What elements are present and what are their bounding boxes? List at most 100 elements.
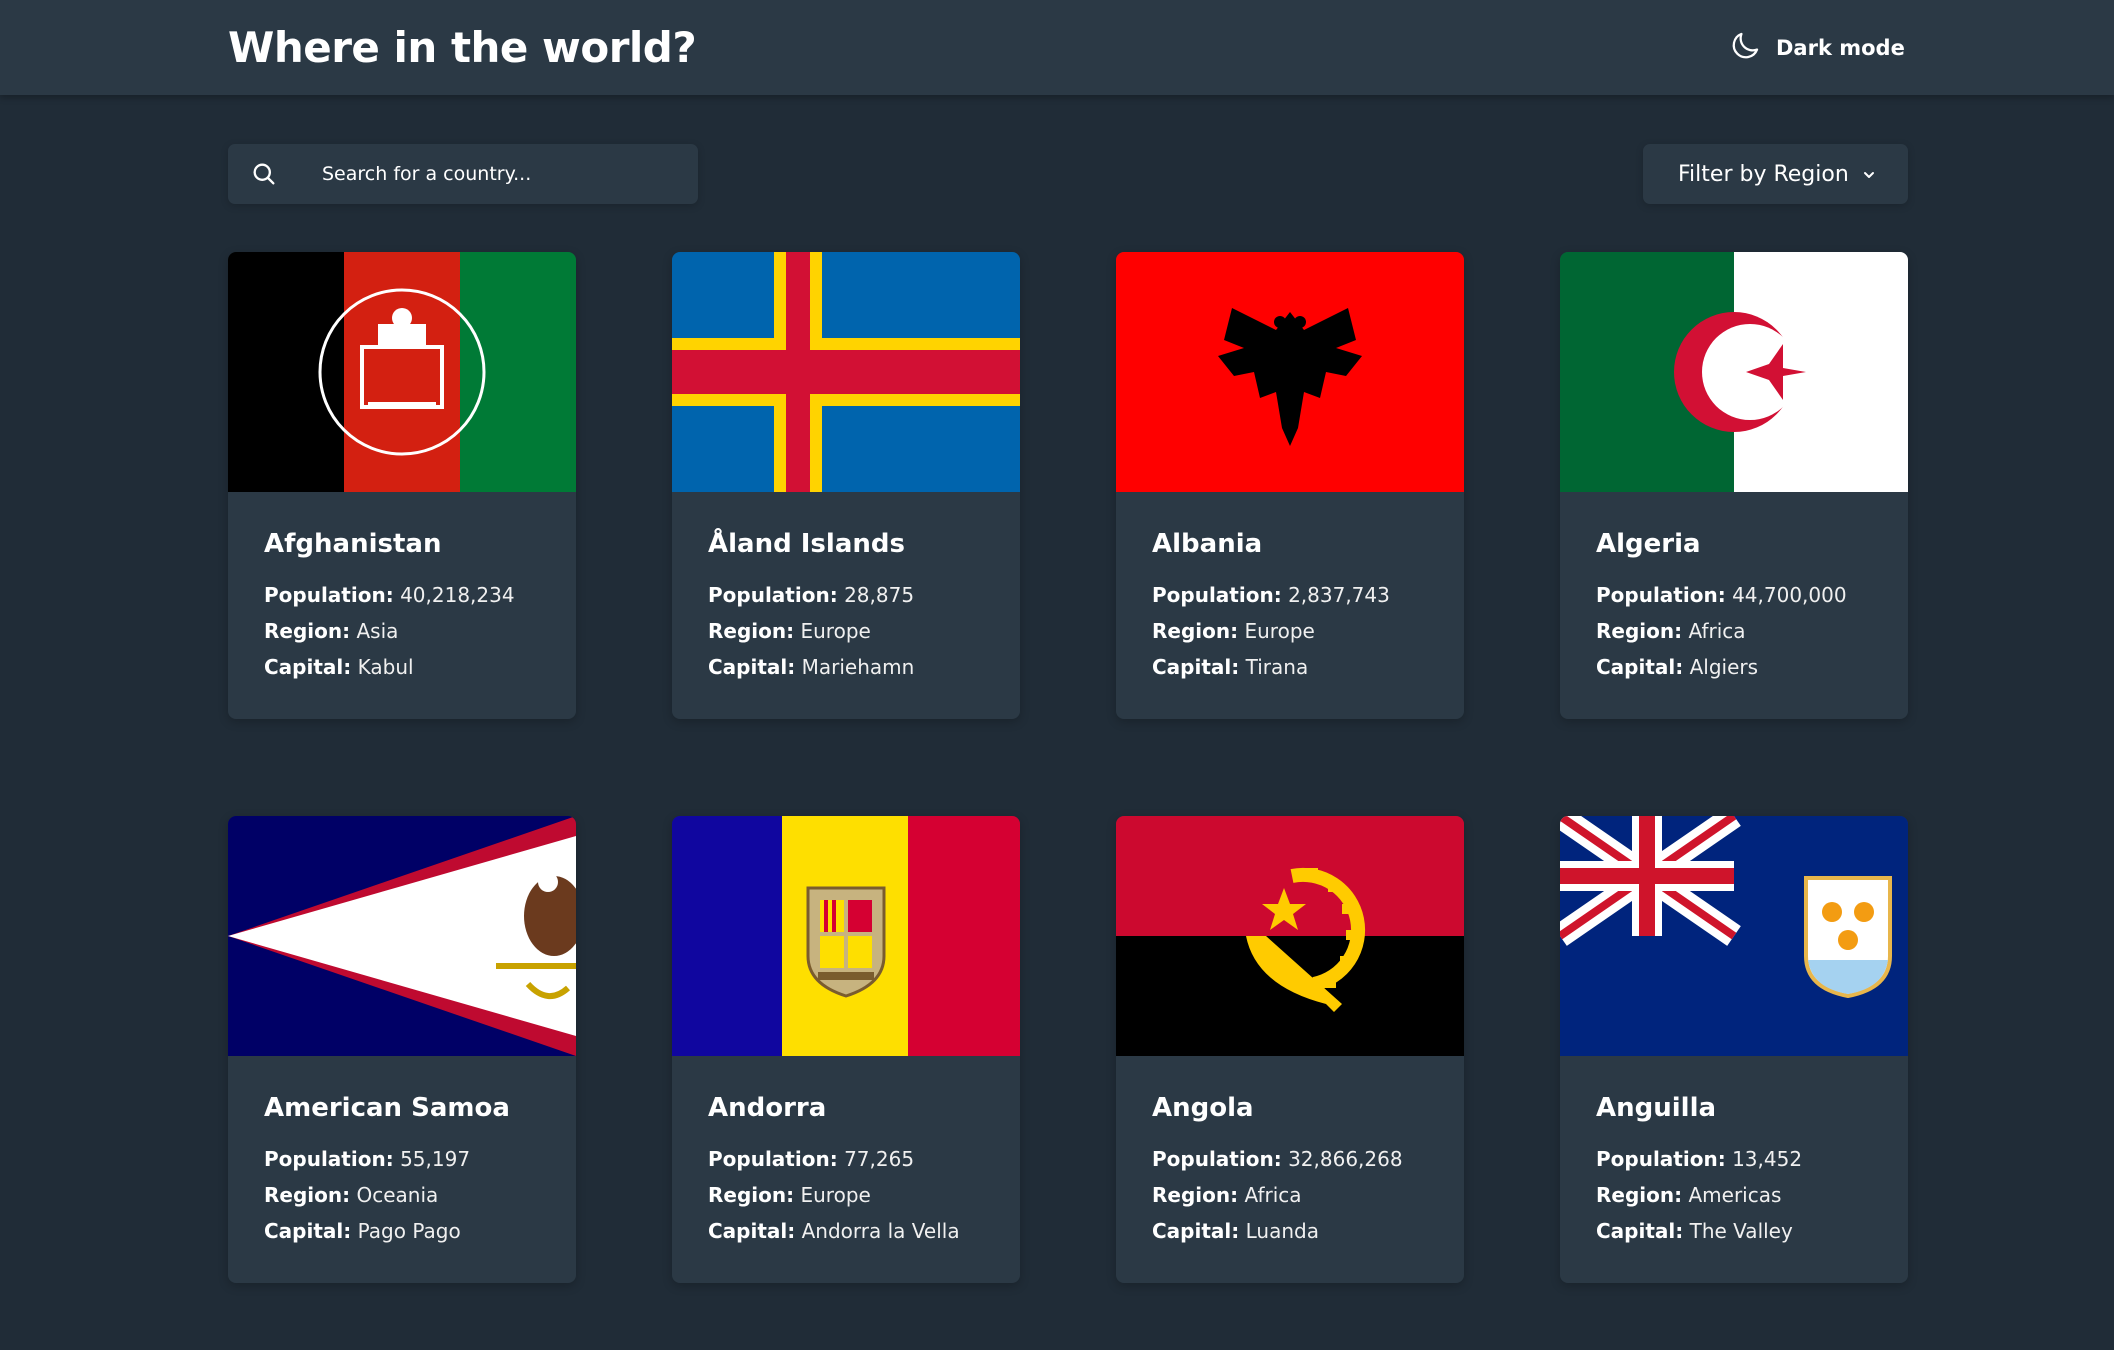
country-card[interactable]: Åland Islands Population: 28,875 Region:… <box>672 252 1020 719</box>
region-label: Region: <box>264 619 351 643</box>
country-info: Åland Islands Population: 28,875 Region:… <box>708 528 1008 685</box>
country-name: Albania <box>1152 529 1263 559</box>
region-row: Region: Europe <box>708 613 1008 649</box>
population-label: Population: <box>264 583 394 607</box>
region-value: Africa <box>1244 1183 1302 1207</box>
region-row: Region: Europe <box>708 1177 1008 1213</box>
country-info: Algeria Population: 44,700,000 Region: A… <box>1596 528 1896 685</box>
population-value: 44,700,000 <box>1732 583 1847 607</box>
capital-row: Capital: Luanda <box>1152 1213 1452 1249</box>
search-input[interactable] <box>322 144 682 204</box>
capital-label: Capital: <box>1152 1219 1240 1243</box>
capital-value: Tirana <box>1245 655 1309 679</box>
country-name: Angola <box>1152 1093 1254 1123</box>
population-value: 55,197 <box>400 1147 471 1171</box>
population-row: Population: 77,265 <box>708 1141 1008 1177</box>
region-label: Region: <box>1596 619 1683 643</box>
albania-flag <box>1116 252 1464 492</box>
angola-flag <box>1116 816 1464 1056</box>
region-row: Region: Africa <box>1596 613 1896 649</box>
region-label: Region: <box>264 1183 351 1207</box>
country-name: Afghanistan <box>264 529 442 559</box>
capital-row: Capital: Tirana <box>1152 649 1452 685</box>
algeria-flag <box>1560 252 1908 492</box>
population-row: Population: 55,197 <box>264 1141 564 1177</box>
dark-mode-label: Dark mode <box>1776 36 1905 60</box>
country-card[interactable]: Angola Population: 32,866,268 Region: Af… <box>1116 816 1464 1283</box>
country-info: Andorra Population: 77,265 Region: Europ… <box>708 1092 1008 1249</box>
country-card[interactable]: Anguilla Population: 13,452 Region: Amer… <box>1560 816 1908 1283</box>
country-name: Åland Islands <box>708 529 905 559</box>
country-card[interactable]: Albania Population: 2,837,743 Region: Eu… <box>1116 252 1464 719</box>
capital-value: Pago Pago <box>357 1219 461 1243</box>
capital-value: Kabul <box>357 655 414 679</box>
capital-row: Capital: The Valley <box>1596 1213 1896 1249</box>
region-label: Region: <box>1152 619 1239 643</box>
population-value: 77,265 <box>844 1147 915 1171</box>
capital-label: Capital: <box>708 1219 796 1243</box>
country-card[interactable]: American Samoa Population: 55,197 Region… <box>228 816 576 1283</box>
region-value: Americas <box>1688 1183 1782 1207</box>
region-row: Region: Europe <box>1152 613 1452 649</box>
population-label: Population: <box>1152 1147 1282 1171</box>
population-label: Population: <box>708 1147 838 1171</box>
capital-value: Andorra la Vella <box>801 1219 960 1243</box>
capital-value: Algiers <box>1689 655 1759 679</box>
region-row: Region: Oceania <box>264 1177 564 1213</box>
country-card[interactable]: Andorra Population: 77,265 Region: Europ… <box>672 816 1020 1283</box>
population-row: Population: 32,866,268 <box>1152 1141 1452 1177</box>
country-info: Afghanistan Population: 40,218,234 Regio… <box>264 528 564 685</box>
country-name: American Samoa <box>264 1093 510 1123</box>
region-label: Region: <box>708 1183 795 1207</box>
moon-icon <box>1728 29 1762 67</box>
capital-label: Capital: <box>1596 1219 1684 1243</box>
country-info: Anguilla Population: 13,452 Region: Amer… <box>1596 1092 1896 1249</box>
population-row: Population: 28,875 <box>708 577 1008 613</box>
chevron-down-icon <box>1862 167 1876 181</box>
capital-row: Capital: Mariehamn <box>708 649 1008 685</box>
region-label: Region: <box>708 619 795 643</box>
region-label: Region: <box>1152 1183 1239 1207</box>
andorra-flag <box>672 816 1020 1056</box>
american-samoa-flag <box>228 816 576 1056</box>
capital-row: Capital: Kabul <box>264 649 564 685</box>
population-row: Population: 44,700,000 <box>1596 577 1896 613</box>
search-box[interactable] <box>228 144 698 204</box>
population-row: Population: 2,837,743 <box>1152 577 1452 613</box>
region-value: Europe <box>1244 619 1315 643</box>
region-value: Africa <box>1688 619 1746 643</box>
region-row: Region: Americas <box>1596 1177 1896 1213</box>
top-bar: Where in the world? Dark mode <box>0 0 2114 95</box>
country-grid: Afghanistan Population: 40,218,234 Regio… <box>228 252 1908 1292</box>
capital-row: Capital: Andorra la Vella <box>708 1213 1008 1249</box>
country-info: Albania Population: 2,837,743 Region: Eu… <box>1152 528 1452 685</box>
region-filter-dropdown[interactable]: Filter by Region <box>1643 144 1908 204</box>
country-card[interactable]: Algeria Population: 44,700,000 Region: A… <box>1560 252 1908 719</box>
dark-mode-toggle[interactable]: Dark mode <box>1728 28 1905 68</box>
region-filter-label: Filter by Region <box>1678 161 1849 187</box>
aland-islands-flag <box>672 252 1020 492</box>
population-value: 32,866,268 <box>1288 1147 1403 1171</box>
capital-label: Capital: <box>1596 655 1684 679</box>
region-label: Region: <box>1596 1183 1683 1207</box>
region-row: Region: Africa <box>1152 1177 1452 1213</box>
capital-value: The Valley <box>1689 1219 1793 1243</box>
population-label: Population: <box>264 1147 394 1171</box>
population-label: Population: <box>1596 583 1726 607</box>
country-card[interactable]: Afghanistan Population: 40,218,234 Regio… <box>228 252 576 719</box>
population-row: Population: 13,452 <box>1596 1141 1896 1177</box>
search-icon <box>250 160 278 188</box>
country-info: American Samoa Population: 55,197 Region… <box>264 1092 564 1249</box>
capital-label: Capital: <box>1152 655 1240 679</box>
country-name: Andorra <box>708 1093 827 1123</box>
country-info: Angola Population: 32,866,268 Region: Af… <box>1152 1092 1452 1249</box>
country-name: Algeria <box>1596 529 1701 559</box>
population-row: Population: 40,218,234 <box>264 577 564 613</box>
population-value: 40,218,234 <box>400 583 515 607</box>
capital-label: Capital: <box>708 655 796 679</box>
region-row: Region: Asia <box>264 613 564 649</box>
population-label: Population: <box>1596 1147 1726 1171</box>
region-value: Europe <box>800 1183 871 1207</box>
region-value: Europe <box>800 619 871 643</box>
country-name: Anguilla <box>1596 1093 1717 1123</box>
